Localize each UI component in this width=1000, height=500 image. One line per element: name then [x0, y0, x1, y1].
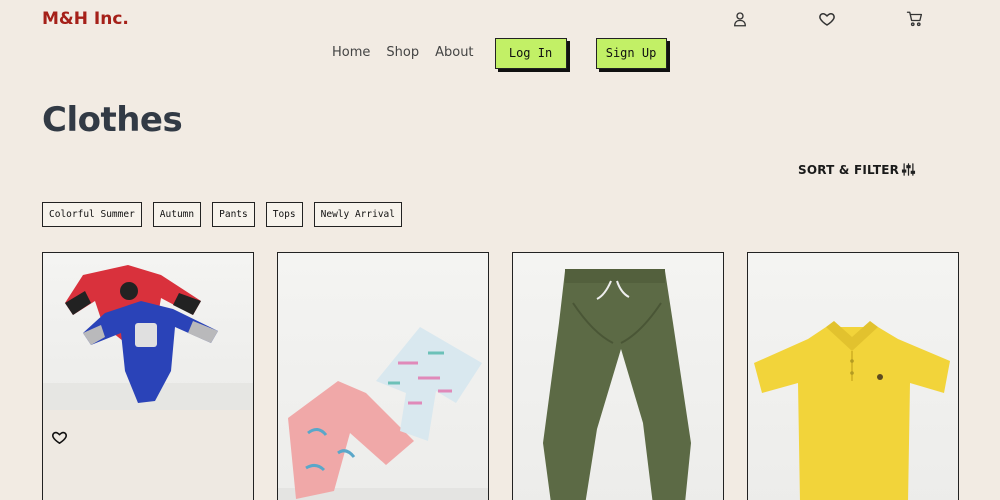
- product-image-onesies: [43, 253, 253, 410]
- filter-chips: Colorful Summer Autumn Pants Tops Newly …: [42, 202, 413, 227]
- cart-icon[interactable]: [906, 10, 924, 28]
- user-icon[interactable]: [731, 10, 749, 28]
- sort-filter-label: SORT & FILTER: [798, 162, 900, 177]
- product-image-yellow-polo: [748, 253, 958, 500]
- nav-link-about[interactable]: About: [435, 37, 473, 69]
- product-card[interactable]: [277, 252, 489, 500]
- nav-link-shop[interactable]: Shop: [386, 37, 419, 69]
- page-title: Clothes: [42, 100, 183, 140]
- main-nav: Home Shop About Log In Sign Up: [332, 37, 667, 69]
- filter-chip-newly-arrival[interactable]: Newly Arrival: [313, 202, 402, 227]
- product-card[interactable]: [747, 252, 959, 500]
- product-image-green-pants: [513, 253, 723, 500]
- filter-chip-pants[interactable]: Pants: [212, 202, 255, 227]
- sort-filter-button[interactable]: SORT & FILTER: [798, 162, 916, 177]
- filter-chip-colorful-summer[interactable]: Colorful Summer: [42, 202, 142, 227]
- filter-chip-autumn[interactable]: Autumn: [152, 202, 202, 227]
- heart-outline-icon[interactable]: [51, 429, 68, 446]
- heart-icon[interactable]: [818, 10, 836, 28]
- filter-chip-tops[interactable]: Tops: [265, 202, 303, 227]
- brand-logo[interactable]: M&H Inc.: [42, 9, 129, 29]
- product-image-shorts: [278, 253, 488, 500]
- product-card[interactable]: [512, 252, 724, 500]
- login-button[interactable]: Log In: [494, 37, 567, 69]
- product-card[interactable]: [42, 252, 254, 500]
- signup-button[interactable]: Sign Up: [595, 37, 667, 69]
- sliders-icon: [902, 163, 916, 176]
- nav-link-home[interactable]: Home: [332, 37, 370, 69]
